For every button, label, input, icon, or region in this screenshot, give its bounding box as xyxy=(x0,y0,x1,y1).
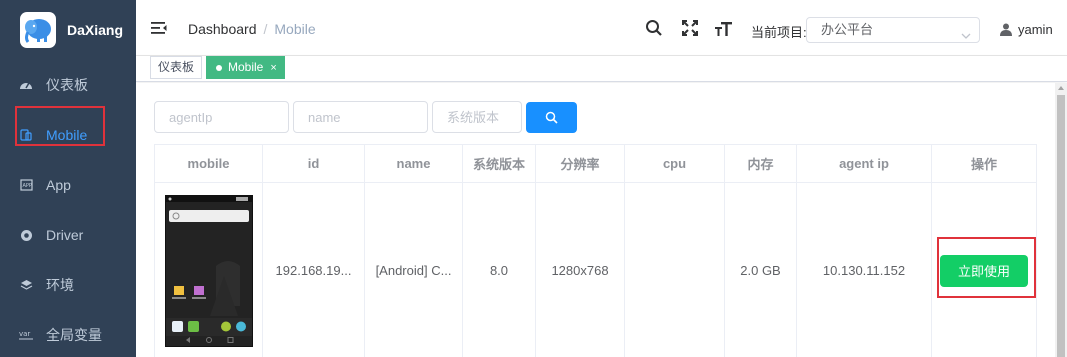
svg-text:var: var xyxy=(19,330,30,338)
dashboard-icon xyxy=(19,78,33,92)
cell-action: 立即使用 xyxy=(931,182,1037,357)
tag-label: 仪表板 xyxy=(158,60,195,74)
elephant-logo-icon xyxy=(20,12,56,48)
user-icon xyxy=(1000,23,1012,36)
sidebar-item-label: 仪表板 xyxy=(46,77,88,93)
close-icon[interactable]: × xyxy=(270,62,276,74)
sidebar-item-label: 全局变量 xyxy=(46,327,102,343)
sidebar-item-label: 环境 xyxy=(46,277,74,293)
main-content: mobile id name 系统版本 分辨率 cpu 内存 agent ip … xyxy=(136,83,1067,357)
hamburger-icon[interactable] xyxy=(151,20,167,36)
table-header-row: mobile id name 系统版本 分辨率 cpu 内存 agent ip … xyxy=(154,144,1037,183)
search-button[interactable] xyxy=(526,102,577,133)
name-input[interactable] xyxy=(293,101,428,133)
svg-text:APP: APP xyxy=(22,183,31,189)
var-icon: var xyxy=(19,328,33,342)
mobile-icon xyxy=(19,128,33,142)
cell-name: [Android] C... xyxy=(364,182,463,357)
cell-resolution: 1280x768 xyxy=(535,182,625,357)
fullscreen-icon[interactable] xyxy=(681,19,699,37)
column-header: id xyxy=(262,144,365,183)
agent-ip-input[interactable] xyxy=(154,101,289,133)
sidebar-item-dashboard[interactable]: 仪表板 xyxy=(0,60,136,110)
column-header: 内存 xyxy=(724,144,797,183)
font-size-icon[interactable] xyxy=(714,19,732,37)
column-header: name xyxy=(364,144,463,183)
app-icon: APP xyxy=(19,178,33,192)
cell-agent-ip: 10.130.11.152 xyxy=(796,182,932,357)
cell-memory: 2.0 GB xyxy=(724,182,797,357)
version-input[interactable] xyxy=(432,101,522,133)
column-header: 系统版本 xyxy=(462,144,536,183)
table-row: 192.168.19... [Android] C... 8.0 1280x76… xyxy=(154,182,1037,357)
column-header: mobile xyxy=(154,144,263,183)
tag-label: Mobile xyxy=(228,60,264,74)
navbar: Dashboard / Mobile 当前项目: 办公平台 yamin xyxy=(136,0,1067,56)
project-label: 当前项目: xyxy=(751,25,807,40)
project-select[interactable]: 办公平台 xyxy=(806,17,980,43)
username: yamin xyxy=(1018,22,1053,37)
sidebar-item-global-vars[interactable]: var 全局变量 xyxy=(0,310,136,357)
sidebar-item-label: Mobile xyxy=(46,127,88,143)
sidebar-item-driver[interactable]: Driver xyxy=(0,210,136,260)
tag-mobile[interactable]: Mobile × xyxy=(206,56,285,79)
chrome-icon xyxy=(19,228,33,242)
cell-id: 192.168.19... xyxy=(262,182,365,357)
scrollbar-thumb[interactable] xyxy=(1057,95,1065,357)
cell-cpu xyxy=(624,182,725,357)
column-header: agent ip xyxy=(796,144,932,183)
layers-icon xyxy=(19,278,33,292)
chevron-down-icon xyxy=(961,25,971,39)
search-icon xyxy=(545,111,558,124)
search-icon[interactable] xyxy=(645,19,663,37)
column-header: 操作 xyxy=(931,144,1037,183)
mobile-screenshot-cell xyxy=(154,182,263,357)
breadcrumb-home[interactable]: Dashboard xyxy=(188,21,257,37)
project-select-value: 办公平台 xyxy=(821,22,874,37)
sidebar: DaXiang 仪表板 Mobile APP App Driver 环境 var xyxy=(0,0,136,357)
tag-dashboard[interactable]: 仪表板 xyxy=(150,56,203,79)
app-title: DaXiang xyxy=(67,22,124,38)
user-menu[interactable]: yamin xyxy=(1000,22,1053,37)
column-header: cpu xyxy=(624,144,725,183)
column-header: 分辨率 xyxy=(535,144,625,183)
logo[interactable]: DaXiang xyxy=(0,0,136,60)
sidebar-item-label: Driver xyxy=(46,227,84,243)
breadcrumb-separator: / xyxy=(263,21,268,37)
sidebar-item-label: App xyxy=(46,177,71,193)
breadcrumb: Dashboard / Mobile xyxy=(188,21,316,37)
vertical-scrollbar[interactable] xyxy=(1055,83,1067,357)
cell-version: 8.0 xyxy=(462,182,536,357)
sidebar-item-mobile[interactable]: Mobile xyxy=(0,110,136,160)
use-now-button[interactable]: 立即使用 xyxy=(940,254,1028,287)
tags-bar: 仪表板 Mobile × xyxy=(136,56,1067,82)
sidebar-item-environment[interactable]: 环境 xyxy=(0,260,136,310)
phone-screenshot[interactable] xyxy=(164,194,253,347)
breadcrumb-current: Mobile xyxy=(274,21,316,37)
sidebar-item-app[interactable]: APP App xyxy=(0,160,136,210)
device-table: mobile id name 系统版本 分辨率 cpu 内存 agent ip … xyxy=(154,144,1037,357)
scroll-up-arrow-icon[interactable] xyxy=(1058,86,1064,90)
